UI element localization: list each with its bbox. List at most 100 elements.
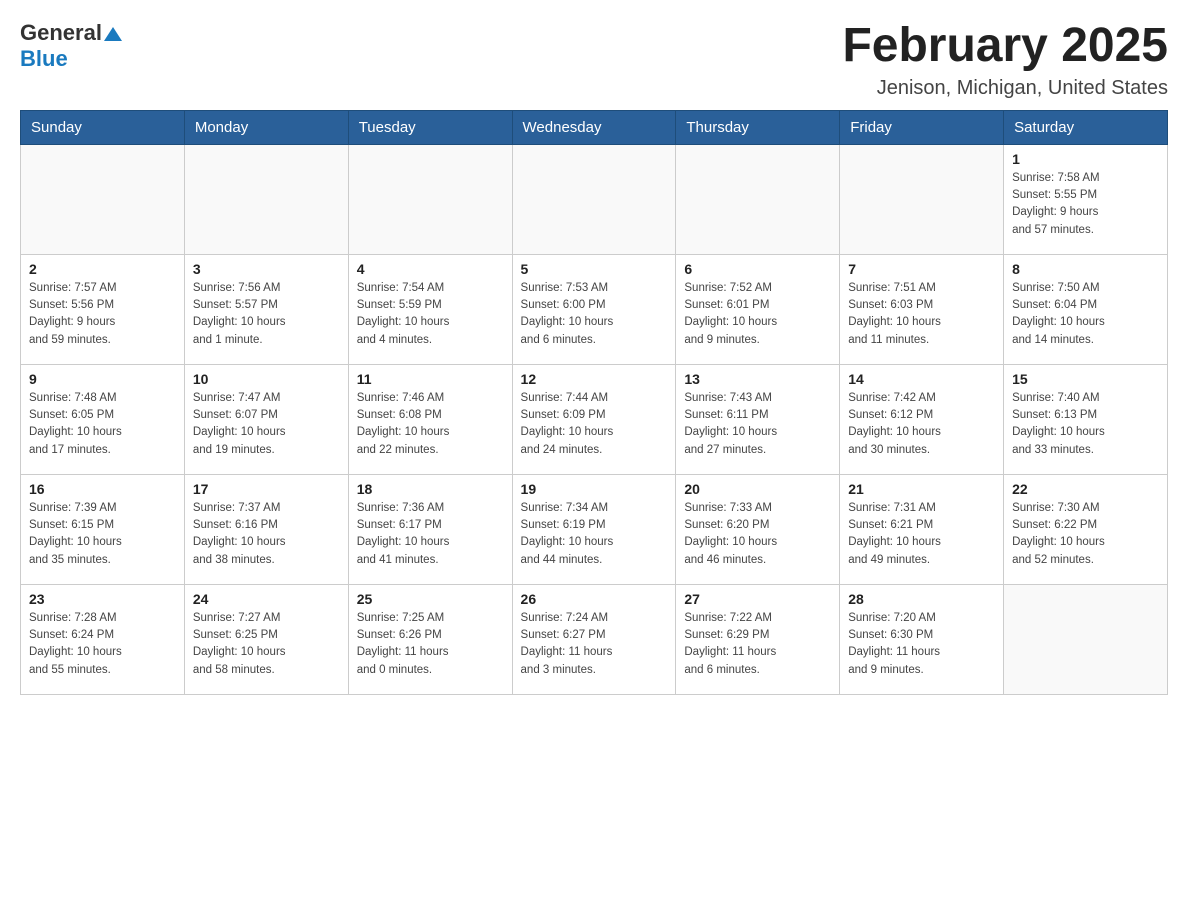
day-number: 16: [29, 481, 176, 497]
day-sun-info: Sunrise: 7:51 AM Sunset: 6:03 PM Dayligh…: [848, 280, 995, 349]
day-sun-info: Sunrise: 7:20 AM Sunset: 6:30 PM Dayligh…: [848, 610, 995, 679]
day-number: 18: [357, 481, 504, 497]
day-sun-info: Sunrise: 7:40 AM Sunset: 6:13 PM Dayligh…: [1012, 390, 1159, 459]
day-cell: 7 Sunrise: 7:51 AM Sunset: 6:03 PM Daylig…: [840, 254, 1004, 364]
day-number: 4: [357, 261, 504, 277]
day-number: 15: [1012, 371, 1159, 387]
day-number: 5: [521, 261, 668, 277]
day-sun-info: Sunrise: 7:42 AM Sunset: 6:12 PM Dayligh…: [848, 390, 995, 459]
day-cell: 2 Sunrise: 7:57 AM Sunset: 5:56 PM Daylig…: [21, 254, 185, 364]
day-cell: 22Sunrise: 7:30 AM Sunset: 6:22 PM Dayli…: [1004, 474, 1168, 584]
header-friday: Friday: [840, 110, 1004, 144]
day-sun-info: Sunrise: 7:34 AM Sunset: 6:19 PM Dayligh…: [521, 500, 668, 569]
header-monday: Monday: [184, 110, 348, 144]
day-cell: 15 Sunrise: 7:40 AM Sunset: 6:13 PM Dayli…: [1004, 364, 1168, 474]
day-number: 2: [29, 261, 176, 277]
day-cell: 5Sunrise: 7:53 AM Sunset: 6:00 PM Daylig…: [512, 254, 676, 364]
header-thursday: Thursday: [676, 110, 840, 144]
day-sun-info: Sunrise: 7:24 AM Sunset: 6:27 PM Dayligh…: [521, 610, 668, 679]
calendar-header-row: Sunday Monday Tuesday Wednesday Thursday…: [21, 110, 1168, 144]
day-number: 12: [521, 371, 668, 387]
day-sun-info: Sunrise: 7:22 AM Sunset: 6:29 PM Dayligh…: [684, 610, 831, 679]
day-number: 20: [684, 481, 831, 497]
day-cell: 14 Sunrise: 7:42 AM Sunset: 6:12 PM Dayli…: [840, 364, 1004, 474]
day-sun-info: Sunrise: 7:50 AM Sunset: 6:04 PM Dayligh…: [1012, 280, 1159, 349]
day-cell: 26 Sunrise: 7:24 AM Sunset: 6:27 PM Dayli…: [512, 584, 676, 694]
day-sun-info: Sunrise: 7:54 AM Sunset: 5:59 PM Dayligh…: [357, 280, 504, 349]
day-cell: 23Sunrise: 7:28 AM Sunset: 6:24 PM Dayli…: [21, 584, 185, 694]
day-sun-info: Sunrise: 7:33 AM Sunset: 6:20 PM Dayligh…: [684, 500, 831, 569]
day-sun-info: Sunrise: 7:27 AM Sunset: 6:25 PM Dayligh…: [193, 610, 340, 679]
header-tuesday: Tuesday: [348, 110, 512, 144]
day-cell: 21Sunrise: 7:31 AM Sunset: 6:21 PM Dayli…: [840, 474, 1004, 584]
day-number: 24: [193, 591, 340, 607]
logo: General Blue: [20, 20, 122, 72]
day-cell: 12 Sunrise: 7:44 AM Sunset: 6:09 PM Dayli…: [512, 364, 676, 474]
day-sun-info: Sunrise: 7:37 AM Sunset: 6:16 PM Dayligh…: [193, 500, 340, 569]
day-number: 22: [1012, 481, 1159, 497]
day-cell: [184, 144, 348, 254]
location: Jenison, Michigan, United States: [842, 77, 1168, 100]
day-sun-info: Sunrise: 7:39 AM Sunset: 6:15 PM Dayligh…: [29, 500, 176, 569]
day-cell: 24 Sunrise: 7:27 AM Sunset: 6:25 PM Dayli…: [184, 584, 348, 694]
day-cell: 8 Sunrise: 7:50 AM Sunset: 6:04 PM Daylig…: [1004, 254, 1168, 364]
day-cell: 18 Sunrise: 7:36 AM Sunset: 6:17 PM Dayli…: [348, 474, 512, 584]
day-number: 8: [1012, 261, 1159, 277]
calendar-table: Sunday Monday Tuesday Wednesday Thursday…: [20, 110, 1168, 695]
month-title: February 2025: [842, 20, 1168, 73]
day-sun-info: Sunrise: 7:43 AM Sunset: 6:11 PM Dayligh…: [684, 390, 831, 459]
day-number: 10: [193, 371, 340, 387]
day-cell: 25Sunrise: 7:25 AM Sunset: 6:26 PM Dayli…: [348, 584, 512, 694]
day-cell: 27 Sunrise: 7:22 AM Sunset: 6:29 PM Dayli…: [676, 584, 840, 694]
logo-triangle-icon: [104, 27, 122, 41]
week-row-2: 9 Sunrise: 7:48 AM Sunset: 6:05 PM Daylig…: [21, 364, 1168, 474]
header-saturday: Saturday: [1004, 110, 1168, 144]
day-cell: 13 Sunrise: 7:43 AM Sunset: 6:11 PM Dayli…: [676, 364, 840, 474]
day-cell: [21, 144, 185, 254]
day-cell: 17 Sunrise: 7:37 AM Sunset: 6:16 PM Dayli…: [184, 474, 348, 584]
day-cell: 4 Sunrise: 7:54 AM Sunset: 5:59 PM Daylig…: [348, 254, 512, 364]
day-cell: 20 Sunrise: 7:33 AM Sunset: 6:20 PM Dayli…: [676, 474, 840, 584]
title-block: February 2025 Jenison, Michigan, United …: [842, 20, 1168, 100]
day-number: 28: [848, 591, 995, 607]
day-number: 11: [357, 371, 504, 387]
day-number: 7: [848, 261, 995, 277]
day-number: 17: [193, 481, 340, 497]
day-sun-info: Sunrise: 7:25 AM Sunset: 6:26 PM Dayligh…: [357, 610, 504, 679]
day-number: 26: [521, 591, 668, 607]
day-sun-info: Sunrise: 7:48 AM Sunset: 6:05 PM Dayligh…: [29, 390, 176, 459]
day-number: 9: [29, 371, 176, 387]
day-number: 27: [684, 591, 831, 607]
week-row-3: 16 Sunrise: 7:39 AM Sunset: 6:15 PM Dayli…: [21, 474, 1168, 584]
day-sun-info: Sunrise: 7:46 AM Sunset: 6:08 PM Dayligh…: [357, 390, 504, 459]
week-row-0: 1Sunrise: 7:58 AM Sunset: 5:55 PM Daylig…: [21, 144, 1168, 254]
page-header: General Blue February 2025 Jenison, Mich…: [20, 20, 1168, 100]
day-number: 14: [848, 371, 995, 387]
day-cell: 1Sunrise: 7:58 AM Sunset: 5:55 PM Daylig…: [1004, 144, 1168, 254]
day-number: 23: [29, 591, 176, 607]
day-cell: 9 Sunrise: 7:48 AM Sunset: 6:05 PM Daylig…: [21, 364, 185, 474]
day-cell: 3Sunrise: 7:56 AM Sunset: 5:57 PM Daylig…: [184, 254, 348, 364]
day-sun-info: Sunrise: 7:47 AM Sunset: 6:07 PM Dayligh…: [193, 390, 340, 459]
day-cell: [1004, 584, 1168, 694]
day-cell: 19 Sunrise: 7:34 AM Sunset: 6:19 PM Dayli…: [512, 474, 676, 584]
day-sun-info: Sunrise: 7:44 AM Sunset: 6:09 PM Dayligh…: [521, 390, 668, 459]
day-sun-info: Sunrise: 7:57 AM Sunset: 5:56 PM Dayligh…: [29, 280, 176, 349]
day-cell: [348, 144, 512, 254]
header-sunday: Sunday: [21, 110, 185, 144]
logo-blue-text: Blue: [20, 46, 68, 71]
day-sun-info: Sunrise: 7:36 AM Sunset: 6:17 PM Dayligh…: [357, 500, 504, 569]
day-cell: 16 Sunrise: 7:39 AM Sunset: 6:15 PM Dayli…: [21, 474, 185, 584]
day-number: 13: [684, 371, 831, 387]
header-wednesday: Wednesday: [512, 110, 676, 144]
logo-general-text: General: [20, 20, 102, 46]
day-cell: 10 Sunrise: 7:47 AM Sunset: 6:07 PM Dayli…: [184, 364, 348, 474]
day-cell: [840, 144, 1004, 254]
day-number: 19: [521, 481, 668, 497]
day-number: 1: [1012, 151, 1159, 167]
day-sun-info: Sunrise: 7:31 AM Sunset: 6:21 PM Dayligh…: [848, 500, 995, 569]
day-sun-info: Sunrise: 7:52 AM Sunset: 6:01 PM Dayligh…: [684, 280, 831, 349]
week-row-4: 23Sunrise: 7:28 AM Sunset: 6:24 PM Dayli…: [21, 584, 1168, 694]
day-cell: 11 Sunrise: 7:46 AM Sunset: 6:08 PM Dayli…: [348, 364, 512, 474]
day-cell: [676, 144, 840, 254]
